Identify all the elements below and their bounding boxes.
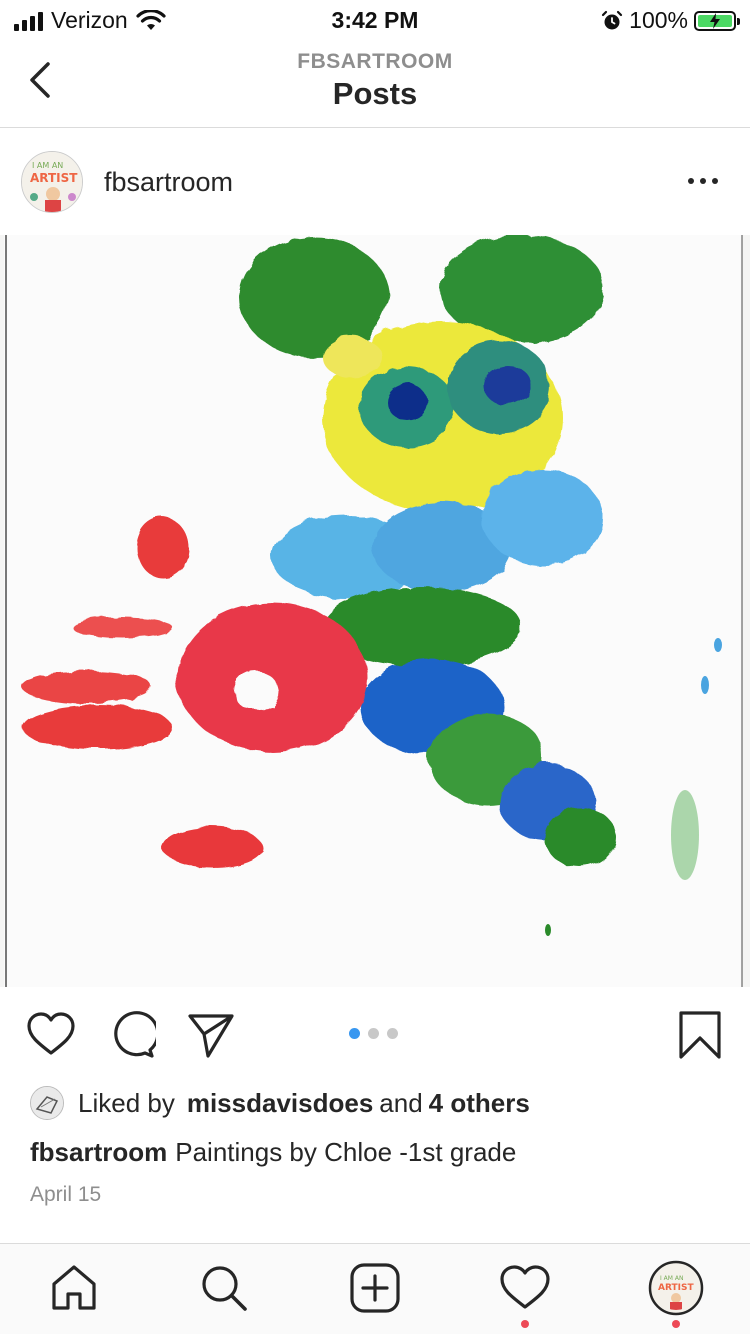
svg-text:ARTIST: ARTIST [30, 171, 78, 185]
bookmark-icon[interactable] [675, 1010, 725, 1060]
notification-dot [672, 1320, 680, 1328]
carousel-dot-2 [368, 1028, 379, 1039]
send-icon[interactable] [186, 1010, 236, 1060]
post-username[interactable]: fbsartroom [104, 167, 233, 198]
nav-header: FBSARTROOM Posts [0, 40, 750, 128]
battery-percent: 100% [629, 7, 688, 33]
svg-text:I AM AN: I AM AN [660, 1275, 683, 1282]
likes-others-link[interactable]: 4 others [429, 1088, 530, 1119]
search-icon[interactable] [198, 1262, 250, 1314]
status-right: 100% [601, 7, 740, 34]
post-image[interactable] [0, 235, 750, 987]
notification-dot [521, 1320, 529, 1328]
tab-bar: I AM AN ARTIST [0, 1243, 750, 1334]
heart-icon[interactable] [26, 1010, 76, 1060]
comment-icon[interactable] [106, 1010, 156, 1060]
post-date: April 15 [30, 1183, 102, 1206]
tab-profile[interactable]: I AM AN ARTIST [648, 1260, 704, 1328]
caption-username[interactable]: fbsartroom [30, 1137, 167, 1167]
battery-charging-icon [694, 10, 740, 31]
page-title: Posts [332, 76, 418, 111]
svg-text:ARTIST: ARTIST [658, 1283, 694, 1293]
carousel-dot-3 [387, 1028, 398, 1039]
likes-row: Liked by missdavisdoes and 4 others [30, 1084, 530, 1122]
likes-prefix: Liked by [78, 1087, 175, 1118]
heart-icon [500, 1265, 550, 1309]
nav-subtitle: FBSARTROOM [297, 50, 453, 73]
carousel-dots [349, 1028, 398, 1039]
caption-text: Paintings by Chloe -1st grade [175, 1137, 517, 1167]
svg-text:I AM AN: I AM AN [32, 161, 63, 170]
avatar[interactable]: I AM AN ARTIST [21, 151, 83, 213]
post-header: I AM AN ARTIST fbsartroom [0, 129, 750, 235]
plus-square-icon[interactable] [349, 1262, 401, 1314]
post-actions [0, 988, 750, 1078]
avatar-icon: I AM AN ARTIST [648, 1260, 704, 1316]
liker-avatar[interactable] [30, 1086, 64, 1120]
tab-activity[interactable] [499, 1262, 551, 1328]
more-horizontal-icon[interactable] [686, 169, 720, 193]
home-icon[interactable] [48, 1262, 100, 1314]
carousel-dot-1 [349, 1028, 360, 1039]
status-bar: Verizon 3:42 PM 100% [0, 0, 750, 40]
post-caption: fbsartroom Paintings by Chloe -1st grade [30, 1137, 516, 1168]
alarm-icon [602, 10, 623, 29]
likes-joiner: and [379, 1087, 423, 1118]
liker-username[interactable]: missdavisdoes [187, 1088, 373, 1119]
